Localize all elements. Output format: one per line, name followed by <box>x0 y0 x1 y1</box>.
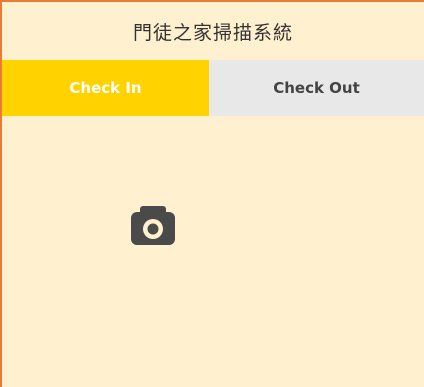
app-window: 門徒之家掃描系統 Check In Check Out <box>0 0 424 387</box>
page-title: 門徒之家掃描系統 <box>132 21 293 44</box>
tab-check-in[interactable]: Check In <box>2 60 209 116</box>
tab-check-out[interactable]: Check Out <box>209 60 424 116</box>
camera-icon <box>131 206 175 245</box>
camera-button[interactable] <box>129 205 177 247</box>
scan-area <box>2 116 424 385</box>
tab-bar: Check In Check Out <box>2 60 424 116</box>
